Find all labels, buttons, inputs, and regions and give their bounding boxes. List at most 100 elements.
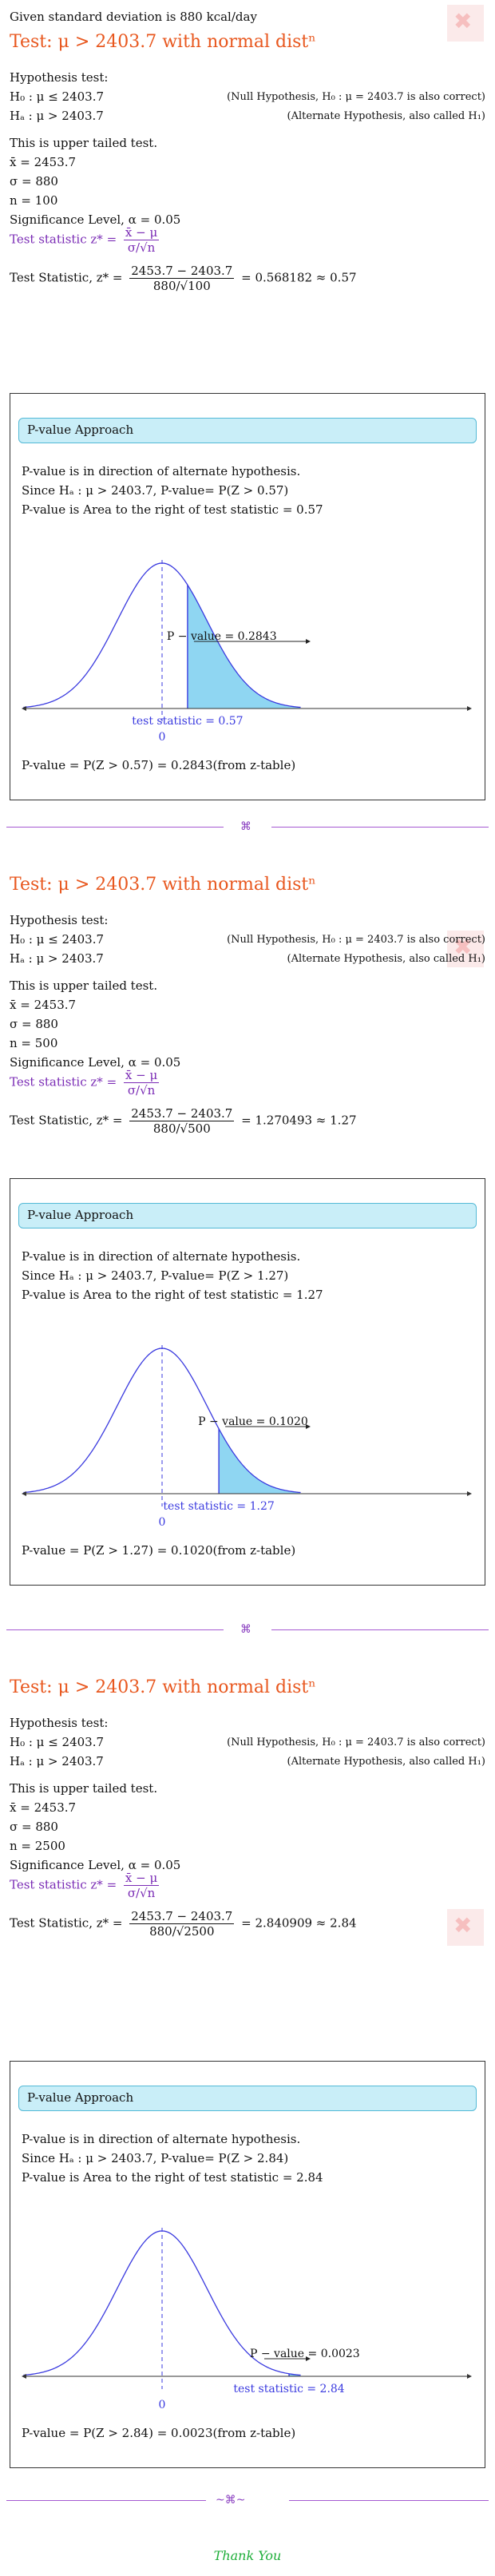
axis-arrow-right [467,706,472,711]
pvalue-line-1: P-value is in direction of alternate hyp… [22,464,301,478]
pvalue-approach-title: P-value Approach [27,423,134,437]
null-hypothesis-note: (Null Hypothesis, H₀ : μ = 2403.7 is als… [227,91,485,103]
null-hypothesis: H₀ : μ ≤ 2403.7 [10,932,105,947]
sample-mean: x̄ = 2453.7 [10,1800,77,1815]
intro-text: Given standard deviation is 880 kcal/day [10,10,257,24]
axis-arrow-right [467,2374,472,2379]
section-title: Test: μ > 2403.7 with normal distⁿ [10,1677,316,1697]
formula-label: Test statistic z* = [10,232,117,247]
sample-size: n = 500 [10,1036,58,1050]
pvalue-line-2: Since Hₐ : μ > 2403.7, P-value= P(Z > 2.… [22,2151,289,2165]
pvalue-line-1: P-value is in direction of alternate hyp… [22,1249,301,1264]
ts-label: Test Statistic, z* = [10,270,123,285]
section-divider: ⌘ [6,1621,489,1637]
null-hypothesis-note: (Null Hypothesis, H₀ : μ = 2403.7 is als… [227,1737,485,1748]
formula-fraction: x̄ − μ σ/√n [123,1871,160,1900]
ornament-icon: ⌘ [240,820,251,833]
pvalue-final: P-value = P(Z > 1.27) = 0.1020(from z-ta… [22,1543,296,1558]
pvalue-area [219,1428,301,1494]
ts-numerator: 2453.7 − 2403.7 [131,1106,233,1121]
ts-numerator: 2453.7 − 2403.7 [131,264,233,278]
ts-fraction: 2453.7 − 2403.7 880/√500 [129,1106,235,1136]
test-statistic-calculation: Test Statistic, z* = 2453.7 − 2403.7 880/… [10,1106,357,1136]
pvalue-line-2: Since Hₐ : μ > 2403.7, P-value= P(Z > 0.… [22,483,289,498]
test-statistic-formula: Test statistic z* = x̄ − μ σ/√n [10,1068,162,1097]
formula-fraction: x̄ − μ σ/√n [123,225,160,255]
pvalue-line-1: P-value is in direction of alternate hyp… [22,2132,301,2146]
pvalue-approach-header: P-value Approach [18,2086,477,2111]
ts-numerator: 2453.7 − 2403.7 [131,1909,233,1923]
formula-label: Test statistic z* = [10,1877,117,1892]
pvalue-label: P − value = 0.2843 [167,630,277,643]
ornament-icon: ⌘ [240,1623,251,1636]
zero-label: 0 [159,2399,166,2411]
normal-curve-graph: P − value = 0.0023 test statistic = 2.84 0 [22,2228,472,2411]
formula-denominator: σ/√n [123,1082,160,1097]
pvalue-approach-box: P-value Approach P-value is in direction… [10,2061,485,2468]
formula-denominator: σ/√n [123,240,160,255]
sample-mean: x̄ = 2453.7 [10,155,77,169]
test-statistic-label: test statistic = 2.84 [233,2383,344,2395]
test-statistic-formula: Test statistic z* = x̄ − μ σ/√n [10,1871,162,1900]
hypothesis-label: Hypothesis test: [10,1716,109,1730]
ornament-icon: ~⌘~ [216,2494,246,2507]
pvalue-approach-box: P-value Approach P-value is in direction… [10,393,485,800]
section-title: Test: μ > 2403.7 with normal distⁿ [10,875,316,895]
ts-label: Test Statistic, z* = [10,1113,123,1128]
sample-mean: x̄ = 2453.7 [10,998,77,1012]
axis-arrow-right [467,1491,472,1496]
page: ✖ ✖ ✖ Given standard deviation is 880 kc… [0,0,495,2576]
test-statistic-label: test statistic = 0.57 [132,715,243,728]
ts-denominator: 880/√2500 [129,1923,235,1939]
zero-label: 0 [159,1516,166,1529]
null-hypothesis: H₀ : μ ≤ 2403.7 [10,1735,105,1749]
pvalue-arrow-head [306,639,311,644]
tail-text: This is upper tailed test. [10,1781,158,1796]
pvalue-approach-box: P-value Approach P-value is in direction… [10,1178,485,1586]
alternate-hypothesis-note: (Alternate Hypothesis, also called H₁) [287,1756,485,1768]
pvalue-approach-header: P-value Approach [18,1203,477,1228]
alternate-hypothesis: Hₐ : μ > 2403.7 [10,109,104,123]
watermark-icon: ✖ [447,1909,484,1946]
sample-size: n = 100 [10,193,58,208]
ts-denominator: 880/√100 [129,278,235,293]
thank-you-text: Thank You [213,2548,282,2563]
normal-curve-graph: P − value = 0.1020 test statistic = 1.27 0 [22,1345,472,1529]
pvalue-approach-header: P-value Approach [18,418,477,443]
alternate-hypothesis-note: (Alternate Hypothesis, also called H₁) [287,110,485,122]
ts-result: = 1.270493 ≈ 1.27 [241,1113,357,1128]
pvalue-line-2: Since Hₐ : μ > 2403.7, P-value= P(Z > 1.… [22,1268,289,1283]
ts-fraction: 2453.7 − 2403.7 880/√2500 [129,1909,235,1939]
section-title: Test: μ > 2403.7 with normal distⁿ [10,32,316,52]
pvalue-final: P-value = P(Z > 2.84) = 0.0023(from z-ta… [22,2426,296,2440]
sigma-value: σ = 880 [10,1820,58,1834]
formula-numerator: x̄ − μ [125,1068,158,1082]
tail-text: This is upper tailed test. [10,978,158,993]
alternate-hypothesis-note: (Alternate Hypothesis, also called H₁) [287,953,485,965]
test-statistic-label: test statistic = 1.27 [163,1500,274,1513]
formula-label: Test statistic z* = [10,1074,117,1090]
null-hypothesis: H₀ : μ ≤ 2403.7 [10,89,105,104]
pvalue-label: P − value = 0.0023 [250,2348,360,2360]
pvalue-area [187,585,301,708]
zero-label: 0 [159,731,166,744]
normal-curve-graph: P − value = 0.2843 test statistic = 0.57 0 [22,560,472,744]
section-divider: ~⌘~ [6,2492,489,2508]
ts-denominator: 880/√500 [129,1121,235,1136]
pvalue-final: P-value = P(Z > 0.57) = 0.2843(from z-ta… [22,758,296,772]
section-divider: ⌘ [6,819,489,835]
pvalue-approach-title: P-value Approach [27,1208,134,1222]
formula-fraction: x̄ − μ σ/√n [123,1068,160,1097]
ts-fraction: 2453.7 − 2403.7 880/√100 [129,264,235,293]
formula-denominator: σ/√n [123,1885,160,1900]
test-statistic-formula: Test statistic z* = x̄ − μ σ/√n [10,225,162,255]
hypothesis-label: Hypothesis test: [10,70,109,85]
test-statistic-calculation: Test Statistic, z* = 2453.7 − 2403.7 880/… [10,1909,357,1939]
formula-numerator: x̄ − μ [125,1871,158,1885]
ts-label: Test Statistic, z* = [10,1915,123,1931]
alternate-hypothesis: Hₐ : μ > 2403.7 [10,1754,104,1768]
formula-numerator: x̄ − μ [125,225,158,240]
ts-result: = 0.568182 ≈ 0.57 [241,270,357,285]
sample-size: n = 2500 [10,1839,65,1853]
null-hypothesis-note: (Null Hypothesis, H₀ : μ = 2403.7 is als… [227,934,485,946]
